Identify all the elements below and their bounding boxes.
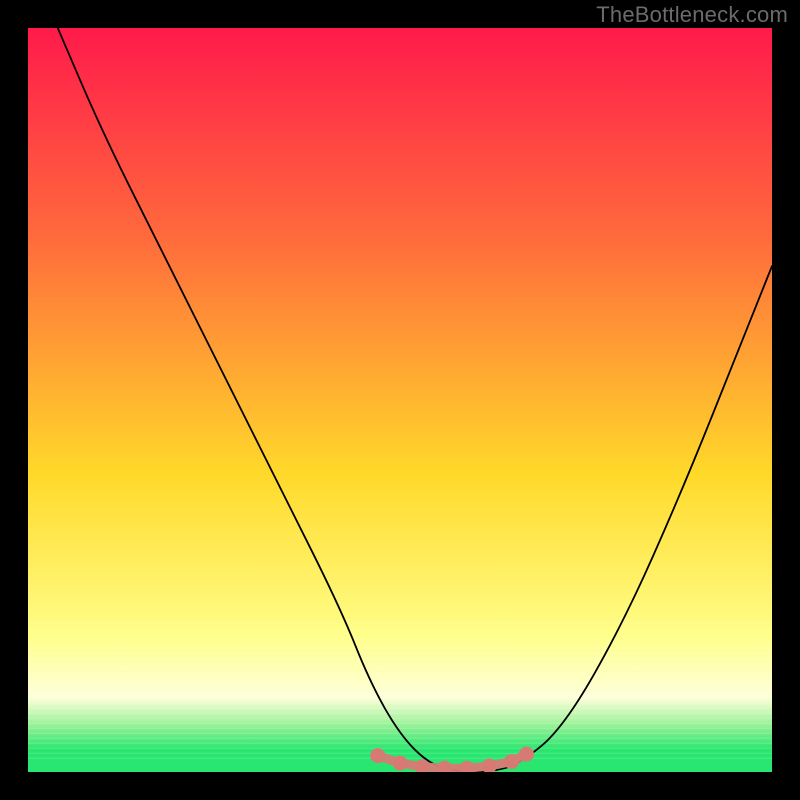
chart-frame: TheBottleneck.com [0,0,800,800]
optimal-zone-dot [504,754,519,769]
chart-svg [28,28,772,772]
optimal-zone-dot [393,756,408,771]
watermark-text: TheBottleneck.com [596,2,788,28]
optimal-zone-dot [519,747,534,762]
optimal-zone-dot [370,748,385,763]
plot-area [28,28,772,772]
